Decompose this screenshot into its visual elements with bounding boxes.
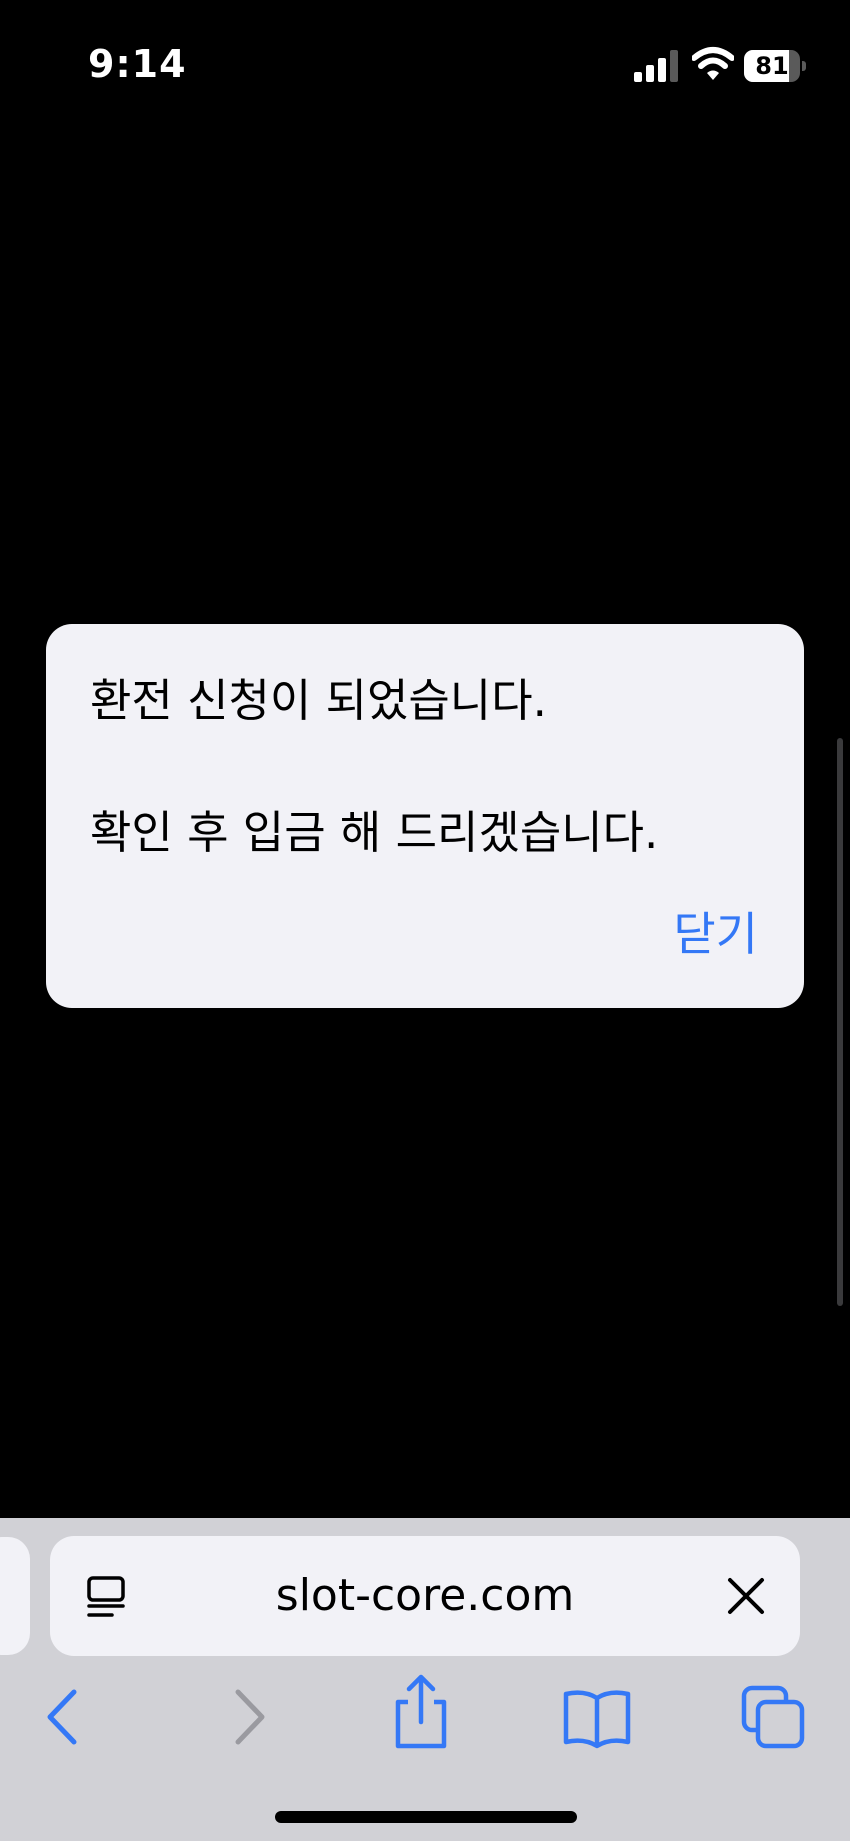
close-icon[interactable] bbox=[726, 1576, 766, 1616]
alert-dialog: 환전 신청이 되었습니다. 확인 후 입금 해 드리겠습니다. 닫기 bbox=[46, 624, 804, 1008]
battery-cap bbox=[802, 61, 806, 71]
address-bar[interactable]: slot-core.com bbox=[50, 1536, 800, 1656]
battery-body: 81 bbox=[744, 50, 800, 82]
reader-mode-icon[interactable] bbox=[84, 1574, 130, 1620]
chevron-right-icon[interactable] bbox=[212, 1682, 282, 1752]
wifi-icon bbox=[692, 47, 734, 80]
chevron-left-icon[interactable] bbox=[30, 1682, 100, 1752]
status-time: 9:14 bbox=[88, 42, 187, 86]
screen: 9:14 81 환전 신청이 되었습니다. 확인 후 입금 해 드리겠습니다. … bbox=[0, 0, 850, 1841]
tabs-icon[interactable] bbox=[738, 1682, 808, 1752]
status-bar: 9:14 81 bbox=[0, 0, 850, 130]
battery-icon: 81 bbox=[744, 50, 806, 82]
cellular-signal-icon bbox=[634, 50, 678, 82]
close-button[interactable]: 닫기 bbox=[673, 904, 758, 964]
url-text[interactable]: slot-core.com bbox=[170, 1536, 680, 1656]
previous-tab-preview[interactable] bbox=[0, 1537, 30, 1655]
scroll-indicator[interactable] bbox=[837, 738, 843, 1306]
home-indicator[interactable] bbox=[275, 1811, 577, 1823]
alert-message: 환전 신청이 되었습니다. 확인 후 입금 해 드리겠습니다. bbox=[90, 674, 659, 859]
battery-level: 81 bbox=[755, 52, 789, 80]
share-icon[interactable] bbox=[386, 1672, 456, 1752]
book-icon[interactable] bbox=[562, 1682, 632, 1752]
